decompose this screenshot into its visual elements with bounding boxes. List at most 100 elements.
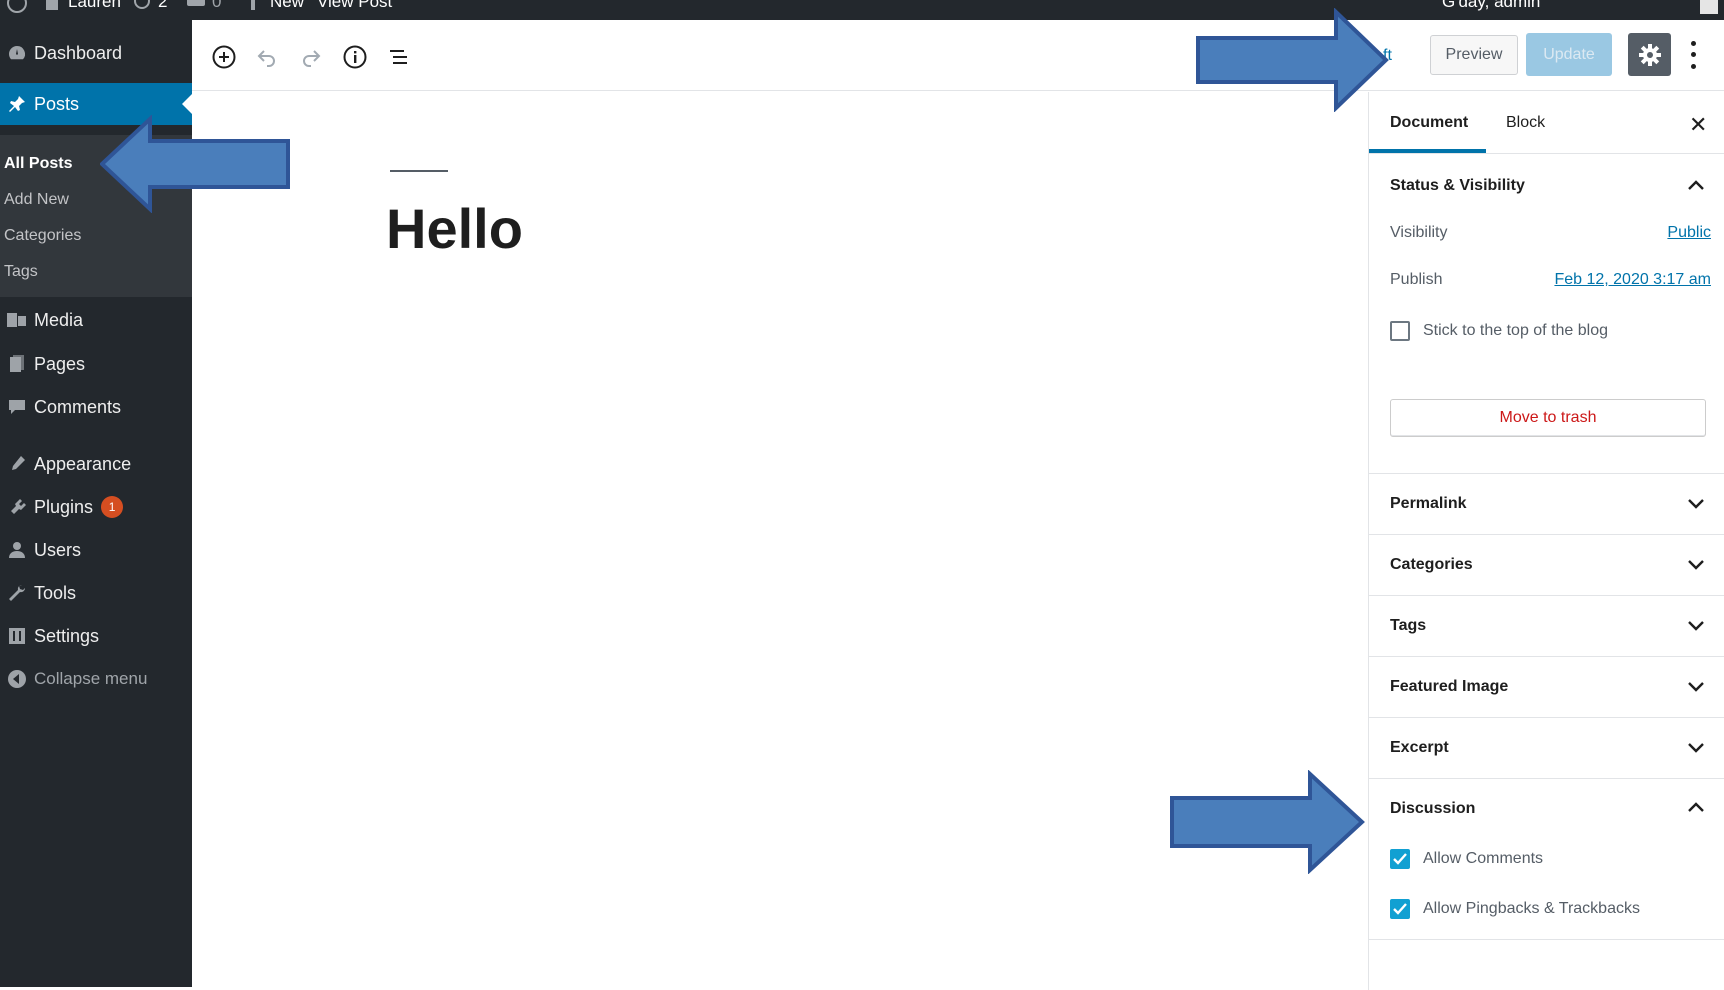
updates-icon[interactable] — [133, 0, 151, 15]
sidebar-item-label: Plugins — [34, 496, 94, 517]
chevron-down-icon[interactable] — [1687, 498, 1705, 510]
sidebar-item-label: Posts — [34, 93, 80, 114]
sidebar-item-label: Dashboard — [34, 42, 123, 63]
annotation-arrow-left-icon — [100, 115, 290, 213]
undo-icon[interactable] — [254, 44, 280, 70]
chevron-down-icon[interactable] — [1687, 559, 1705, 571]
publish-date-link[interactable]: Feb 12, 2020 3:17 am — [1554, 271, 1711, 289]
discussion-section: Discussion Allow Comments Allow Pingback… — [1369, 779, 1724, 940]
sidebar-item-appearance[interactable]: Appearance — [0, 443, 192, 485]
settings-sidebar: Document Block ✕ Status & Visibility Vis… — [1368, 92, 1724, 990]
view-post-link[interactable]: View Post — [317, 0, 392, 12]
outline-icon[interactable] — [386, 44, 412, 70]
settings-icon — [0, 626, 34, 646]
sidebar-item-label: Appearance — [34, 453, 132, 474]
move-to-trash-button[interactable]: Move to trash — [1390, 399, 1706, 437]
plugins-icon — [0, 497, 34, 517]
sidebar-item-label: Pages — [34, 353, 86, 374]
new-content-link[interactable]: New — [270, 0, 304, 12]
sidebar-item-plugins[interactable]: Plugins 1 — [0, 486, 192, 528]
categories-heading[interactable]: Categories — [1390, 556, 1473, 574]
more-menu-icon[interactable] — [1683, 38, 1703, 72]
sidebar-item-label: Tools — [34, 582, 77, 603]
checkmark-icon — [1393, 853, 1407, 865]
active-indicator — [182, 94, 192, 114]
status-visibility-heading[interactable]: Status & Visibility — [1390, 177, 1525, 195]
greeting-text[interactable]: G'day, admin — [1442, 0, 1540, 12]
active-tab-indicator — [1369, 149, 1486, 153]
visibility-label: Visibility — [1390, 224, 1448, 241]
tab-block[interactable]: Block — [1506, 114, 1545, 132]
submenu-categories[interactable]: Categories — [4, 227, 81, 245]
excerpt-heading[interactable]: Excerpt — [1390, 739, 1449, 757]
collapse-menu-label: Collapse menu — [34, 669, 148, 688]
title-separator — [390, 170, 448, 172]
sidebar-item-users[interactable]: Users — [0, 529, 192, 571]
tools-icon — [0, 583, 34, 603]
home-icon — [44, 0, 60, 15]
status-visibility-section: Status & Visibility Visibility Public Pu… — [1369, 154, 1724, 474]
permalink-heading[interactable]: Permalink — [1390, 495, 1466, 513]
sidebar-item-dashboard[interactable]: Dashboard — [0, 32, 192, 74]
settings-tabs: Document Block ✕ — [1369, 92, 1724, 154]
redo-icon[interactable] — [298, 44, 324, 70]
categories-section: Categories — [1369, 535, 1724, 596]
admin-bar-site-name[interactable]: Lauren — [68, 0, 121, 12]
appearance-icon — [0, 454, 34, 474]
chevron-down-icon[interactable] — [1687, 681, 1705, 693]
update-button[interactable]: Update — [1526, 33, 1612, 76]
chevron-up-icon[interactable] — [1687, 801, 1705, 813]
tab-document[interactable]: Document — [1390, 114, 1468, 132]
comment-bubble-icon[interactable] — [186, 0, 206, 15]
sidebar-item-tools[interactable]: Tools — [0, 572, 192, 614]
annotation-arrow-right-bottom-icon — [1170, 770, 1365, 874]
chevron-down-icon[interactable] — [1687, 620, 1705, 632]
submenu-all-posts[interactable]: All Posts — [4, 155, 72, 173]
updates-count[interactable]: 2 — [158, 0, 167, 12]
sidebar-item-comments[interactable]: Comments — [0, 386, 192, 428]
sidebar-item-media[interactable]: Media — [0, 299, 192, 341]
preview-button[interactable]: Preview — [1430, 35, 1518, 75]
wordpress-editor-screen: Lauren 2 0 New View Post G'day, admin Da… — [0, 0, 1724, 990]
discussion-heading[interactable]: Discussion — [1390, 800, 1475, 818]
admin-bar: Lauren 2 0 New View Post G'day, admin — [0, 0, 1724, 20]
settings-gear-icon[interactable] — [1628, 33, 1671, 76]
submenu-tags[interactable]: Tags — [4, 263, 38, 281]
sidebar-item-label: Settings — [34, 625, 100, 646]
plus-icon[interactable] — [246, 0, 260, 15]
tags-heading[interactable]: Tags — [1390, 617, 1426, 635]
sidebar-item-label: Media — [34, 309, 84, 330]
featured-image-heading[interactable]: Featured Image — [1390, 678, 1508, 696]
post-title[interactable]: Hello — [386, 197, 523, 261]
featured-image-section: Featured Image — [1369, 657, 1724, 718]
allow-pingbacks-checkbox[interactable] — [1390, 899, 1410, 919]
allow-pingbacks-label: Allow Pingbacks & Trackbacks — [1423, 900, 1640, 917]
pages-icon — [0, 354, 34, 374]
comments-count[interactable]: 0 — [212, 0, 221, 12]
sidebar-item-settings[interactable]: Settings — [0, 615, 192, 657]
sticky-label: Stick to the top of the blog — [1423, 322, 1609, 339]
collapse-menu-button[interactable]: Collapse menu — [0, 658, 192, 700]
info-icon[interactable] — [342, 44, 368, 70]
excerpt-section: Excerpt — [1369, 718, 1724, 779]
avatar[interactable] — [1698, 0, 1720, 19]
close-icon[interactable]: ✕ — [1689, 112, 1707, 138]
media-icon — [0, 310, 34, 330]
chevron-up-icon[interactable] — [1687, 179, 1705, 191]
chevron-down-icon[interactable] — [1687, 742, 1705, 754]
tags-section: Tags — [1369, 596, 1724, 657]
collapse-arrow-icon — [0, 669, 34, 689]
allow-comments-checkbox[interactable] — [1390, 849, 1410, 869]
publish-label: Publish — [1390, 271, 1443, 288]
dashboard-icon — [0, 43, 34, 63]
wp-logo-icon[interactable] — [6, 0, 28, 19]
sidebar-item-pages[interactable]: Pages — [0, 343, 192, 385]
permalink-section: Permalink — [1369, 474, 1724, 535]
visibility-value-link[interactable]: Public — [1667, 224, 1711, 242]
pin-icon — [0, 94, 34, 114]
sticky-checkbox[interactable] — [1390, 321, 1410, 341]
users-icon — [0, 540, 34, 560]
submenu-add-new[interactable]: Add New — [4, 191, 69, 209]
add-block-icon[interactable] — [211, 44, 237, 70]
plugins-update-badge: 1 — [101, 496, 124, 518]
